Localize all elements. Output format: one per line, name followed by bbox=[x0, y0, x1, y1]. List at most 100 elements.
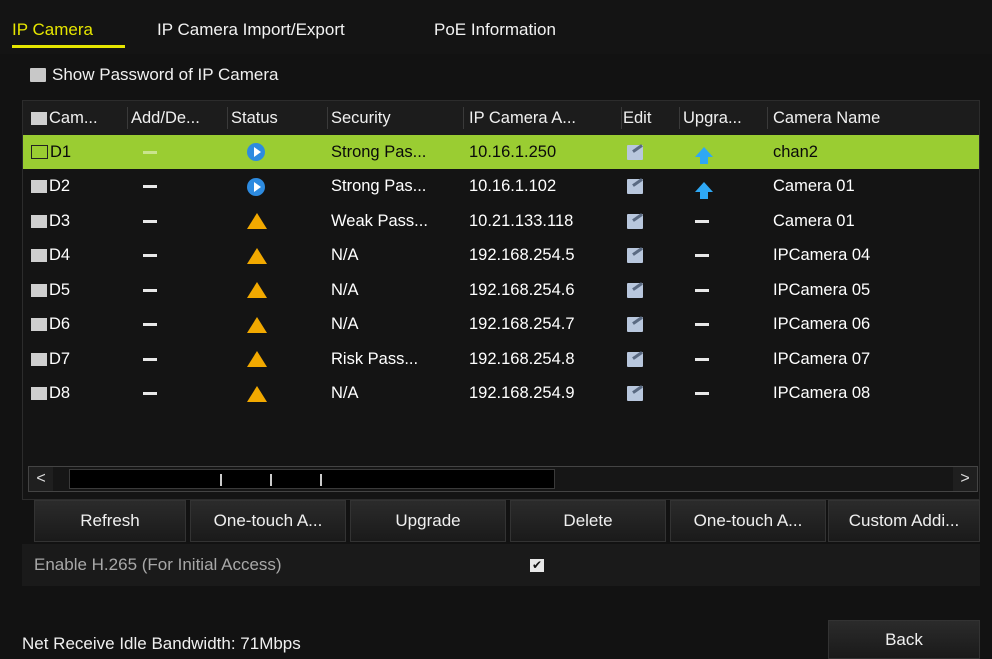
table-row[interactable]: D6 N/A 192.168.254.7 IPCamera 06 bbox=[23, 308, 979, 342]
upgrade-button[interactable]: Upgrade bbox=[350, 500, 506, 542]
delete-button[interactable]: Delete bbox=[510, 500, 666, 542]
edit-cell[interactable] bbox=[627, 135, 667, 169]
status-cell bbox=[247, 239, 287, 273]
refresh-button[interactable]: Refresh bbox=[34, 500, 186, 542]
ip-address-cell: 192.168.254.8 bbox=[469, 349, 575, 368]
upgrade-cell bbox=[695, 170, 735, 204]
edit-icon[interactable] bbox=[627, 282, 643, 298]
camera-name-cell: IPCamera 06 bbox=[773, 315, 871, 333]
add-delete-cell[interactable] bbox=[143, 170, 183, 204]
add-delete-cell[interactable] bbox=[143, 239, 183, 273]
camera-id-cell[interactable]: D4 bbox=[31, 239, 127, 273]
security-cell: N/A bbox=[331, 280, 359, 299]
upgrade-cell bbox=[695, 377, 735, 411]
tab-ip-camera[interactable]: IP Camera bbox=[12, 20, 93, 40]
one-touch-add-button[interactable]: One-touch A... bbox=[190, 500, 346, 542]
dash-icon bbox=[695, 254, 709, 257]
ip-address-cell: 192.168.254.7 bbox=[469, 315, 575, 333]
select-all-checkbox[interactable] bbox=[31, 111, 47, 125]
row-checkbox[interactable] bbox=[31, 283, 47, 297]
back-button[interactable]: Back bbox=[828, 620, 980, 659]
row-checkbox[interactable] bbox=[31, 214, 47, 228]
dash-icon bbox=[143, 357, 157, 361]
play-icon bbox=[247, 177, 265, 196]
row-checkbox[interactable] bbox=[31, 180, 47, 193]
add-delete-cell[interactable] bbox=[143, 273, 183, 307]
upgrade-arrow-icon[interactable] bbox=[695, 181, 713, 199]
edit-icon[interactable] bbox=[627, 248, 643, 263]
scroll-left-button[interactable]: < bbox=[29, 467, 53, 491]
add-delete-cell[interactable] bbox=[143, 377, 183, 411]
scroll-right-button[interactable]: > bbox=[953, 467, 977, 491]
add-delete-cell[interactable] bbox=[143, 342, 183, 376]
row-checkbox[interactable] bbox=[31, 249, 47, 262]
header-upgrade[interactable]: Upgra... bbox=[683, 101, 767, 135]
camera-name-cell: IPCamera 07 bbox=[773, 349, 871, 368]
row-checkbox[interactable] bbox=[31, 318, 47, 331]
warning-icon bbox=[247, 213, 267, 229]
warning-icon bbox=[247, 282, 267, 298]
edit-icon[interactable] bbox=[627, 179, 643, 194]
edit-cell[interactable] bbox=[627, 342, 667, 376]
tab-ip-camera-import-export[interactable]: IP Camera Import/Export bbox=[157, 20, 345, 40]
edit-icon[interactable] bbox=[627, 317, 643, 332]
edit-cell[interactable] bbox=[627, 308, 667, 342]
add-delete-cell[interactable] bbox=[143, 308, 183, 342]
edit-cell[interactable] bbox=[627, 239, 667, 273]
table-row[interactable]: D1 Strong Pas... 10.16.1.250 chan2 bbox=[23, 135, 979, 169]
show-password-option[interactable]: Show Password of IP Camera bbox=[30, 64, 278, 86]
camera-id-cell[interactable]: D1 bbox=[31, 135, 127, 169]
table-row[interactable]: D2 Strong Pas... 10.16.1.102 Camera 01 bbox=[23, 170, 979, 204]
edit-icon[interactable] bbox=[627, 213, 643, 229]
edit-icon[interactable] bbox=[627, 351, 643, 367]
table-row[interactable]: D4 N/A 192.168.254.5 IPCamera 04 bbox=[23, 239, 979, 273]
camera-id-cell[interactable]: D6 bbox=[31, 308, 127, 342]
one-touch-activate-button[interactable]: One-touch A... bbox=[670, 500, 826, 542]
dash-icon bbox=[695, 357, 709, 361]
header-status[interactable]: Status bbox=[231, 101, 327, 135]
tab-poe-information[interactable]: PoE Information bbox=[434, 20, 556, 40]
edit-cell[interactable] bbox=[627, 170, 667, 204]
row-checkbox[interactable] bbox=[31, 387, 47, 400]
scrollbar-thumb[interactable] bbox=[69, 469, 555, 489]
add-delete-cell[interactable] bbox=[143, 204, 183, 238]
dash-icon bbox=[143, 392, 157, 395]
custom-adding-button[interactable]: Custom Addi... bbox=[828, 500, 980, 542]
ip-address-cell: 192.168.254.9 bbox=[469, 384, 575, 402]
edit-cell[interactable] bbox=[627, 273, 667, 307]
status-cell bbox=[247, 273, 287, 307]
warning-icon bbox=[247, 247, 267, 264]
table-row[interactable]: D7 Risk Pass... 192.168.254.8 IPCamera 07 bbox=[23, 342, 979, 376]
table-row[interactable]: D8 N/A 192.168.254.9 IPCamera 08 bbox=[23, 377, 979, 411]
header-ip-address[interactable]: IP Camera A... bbox=[469, 101, 621, 135]
horizontal-scrollbar[interactable]: < > bbox=[28, 466, 978, 492]
camera-id-cell[interactable]: D3 bbox=[31, 204, 127, 238]
edit-icon[interactable] bbox=[627, 386, 643, 401]
edit-icon[interactable] bbox=[627, 144, 643, 160]
camera-name-cell: chan2 bbox=[773, 142, 818, 161]
edit-cell[interactable] bbox=[627, 204, 667, 238]
header-add-delete[interactable]: Add/De... bbox=[131, 101, 227, 135]
header-cam[interactable]: Cam... bbox=[31, 101, 127, 135]
camera-id-cell[interactable]: D5 bbox=[31, 273, 127, 307]
table-row[interactable]: D3 Weak Pass... 10.21.133.118 Camera 01 bbox=[23, 204, 979, 238]
camera-id-cell[interactable]: D2 bbox=[31, 170, 127, 204]
header-edit[interactable]: Edit bbox=[623, 101, 679, 135]
warning-icon bbox=[247, 316, 267, 333]
header-camera-name[interactable]: Camera Name bbox=[773, 101, 973, 135]
status-cell bbox=[247, 342, 287, 376]
camera-id-cell[interactable]: D8 bbox=[31, 377, 127, 411]
upgrade-arrow-icon[interactable] bbox=[695, 147, 713, 164]
table-row[interactable]: D5 N/A 192.168.254.6 IPCamera 05 bbox=[23, 273, 979, 307]
h265-setting-row: Enable H.265 (For Initial Access) ✔ bbox=[22, 544, 980, 586]
row-checkbox[interactable] bbox=[31, 352, 47, 366]
camera-name-cell: IPCamera 04 bbox=[773, 246, 871, 264]
add-delete-cell[interactable] bbox=[143, 135, 183, 169]
edit-cell[interactable] bbox=[627, 377, 667, 411]
header-security[interactable]: Security bbox=[331, 101, 463, 135]
show-password-checkbox[interactable] bbox=[30, 68, 46, 82]
h265-checkbox[interactable]: ✔ bbox=[530, 559, 544, 572]
row-checkbox[interactable] bbox=[31, 145, 48, 159]
bandwidth-status: Net Receive Idle Bandwidth: 71Mbps bbox=[22, 634, 301, 653]
camera-id-cell[interactable]: D7 bbox=[31, 342, 127, 376]
